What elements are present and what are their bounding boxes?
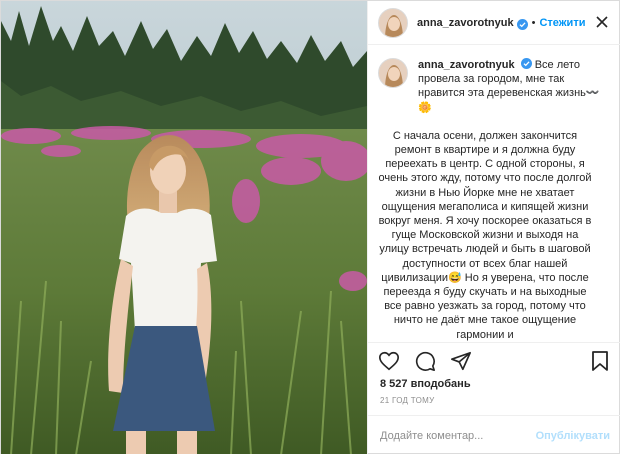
likes-count[interactable]: 8 527 вподобань xyxy=(380,378,471,390)
verified-badge-icon xyxy=(516,17,528,30)
caption-area: anna_zavorotnyuk Все лето провела за гор… xyxy=(368,46,620,342)
post-header: anna_zavorotnyuk • Стежити xyxy=(368,1,620,45)
header-username[interactable]: anna_zavorotnyuk xyxy=(417,17,514,29)
follow-button[interactable]: Стежити xyxy=(539,17,585,29)
post-photo[interactable] xyxy=(1,1,367,454)
header-separator: • xyxy=(531,16,536,29)
post-timestamp[interactable]: 21 год тому xyxy=(380,396,435,405)
comment-input[interactable] xyxy=(380,429,536,442)
caption-avatar[interactable] xyxy=(378,58,408,88)
caption-username[interactable]: anna_zavorotnyuk xyxy=(418,59,515,71)
caption-verified-badge-icon xyxy=(520,58,532,69)
caption-body: anna_zavorotnyuk Все лето провела за гор… xyxy=(418,58,612,115)
heart-icon[interactable] xyxy=(378,350,400,372)
action-bar xyxy=(368,342,620,378)
publish-button[interactable]: Опублікувати xyxy=(536,430,610,442)
avatar[interactable] xyxy=(378,7,408,38)
caption-row: anna_zavorotnyuk Все лето провела за гор… xyxy=(378,58,612,115)
share-icon[interactable] xyxy=(450,350,472,372)
more-options-icon[interactable] xyxy=(594,14,610,30)
post-sidebar: anna_zavorotnyuk • Стежити anna_zavorotn… xyxy=(367,1,620,454)
avatar-image xyxy=(379,8,407,37)
comment-icon[interactable] xyxy=(414,350,436,372)
instagram-post: anna_zavorotnyuk • Стежити anna_zavorotn… xyxy=(0,0,620,454)
comment-bar: Опублікувати xyxy=(368,415,620,454)
bookmark-icon[interactable] xyxy=(590,350,610,372)
caption-avatar-image xyxy=(379,59,407,87)
photo-woman-in-field xyxy=(1,1,367,454)
caption-text-second: С начала осени, должен закончится ремонт… xyxy=(378,129,592,341)
